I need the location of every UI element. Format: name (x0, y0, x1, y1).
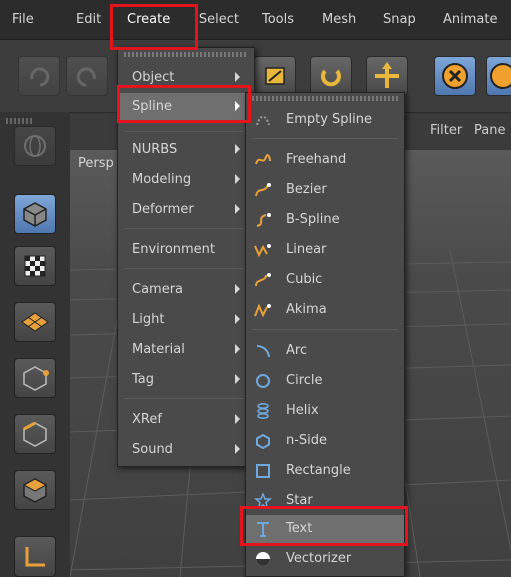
cube-icon (15, 195, 55, 233)
create-menu-modeling[interactable]: Modeling (118, 166, 254, 194)
menu-tools[interactable]: Tools (262, 12, 294, 27)
highlight-spline-item (117, 85, 251, 123)
spline-menu-bezier[interactable]: Bezier (246, 176, 404, 204)
arc-icon (254, 343, 272, 359)
globe-icon (15, 127, 55, 165)
menu-bar: File Edit Create Select Tools Mesh Snap … (0, 0, 511, 40)
rectangle-icon (254, 463, 272, 479)
menu-select[interactable]: Select (199, 12, 239, 27)
spline-menu-circle[interactable]: Circle (246, 367, 404, 395)
spline-menu-linear[interactable]: Linear (246, 236, 404, 264)
vectorizer-icon (254, 551, 272, 567)
spline-menu-cubic[interactable]: Cubic (246, 266, 404, 294)
menu-edit[interactable]: Edit (76, 12, 101, 27)
axis-mode-button[interactable] (14, 536, 56, 577)
spline-menu-empty-spline[interactable]: Empty Spline (246, 106, 404, 134)
left-tool-palette (0, 112, 70, 577)
spline-menu-rectangle[interactable]: Rectangle (246, 457, 404, 485)
spline-menu-freehand[interactable]: Freehand (246, 146, 404, 174)
viewport-menu-filter[interactable]: Filter (430, 123, 462, 138)
points-cube-icon (15, 359, 55, 397)
points-mode-button[interactable] (14, 358, 56, 398)
freehand-icon (254, 152, 272, 168)
spline-menu-b-spline[interactable]: B-Spline (246, 206, 404, 234)
axis-icon (15, 537, 55, 576)
polygons-cube-icon (15, 471, 55, 509)
rotate-icon (311, 57, 351, 95)
akima-icon (254, 302, 272, 318)
create-menu-deformer[interactable]: Deformer (118, 196, 254, 224)
toolbar-grip[interactable] (6, 118, 34, 124)
spline-submenu: Empty Spline Freehand Bezier B-Spline Li… (245, 92, 405, 577)
spline-menu-n-side[interactable]: n-Side (246, 427, 404, 455)
redo-button[interactable] (66, 56, 108, 96)
scale-icon (255, 57, 295, 95)
edges-mode-button[interactable] (14, 414, 56, 454)
bezier-icon (254, 182, 272, 198)
x-axis-lock-button[interactable] (434, 56, 476, 96)
view-tool-button[interactable] (14, 126, 56, 166)
spline-menu-helix[interactable]: Helix (246, 397, 404, 425)
highlight-text-item (240, 506, 408, 546)
create-menu-sound[interactable]: Sound (118, 436, 254, 464)
checker-icon (15, 247, 55, 285)
scale-tool-button[interactable] (254, 56, 296, 96)
submenu-tearoff-grip[interactable] (252, 96, 398, 101)
spline-menu-akima[interactable]: Akima (246, 296, 404, 324)
helix-icon (254, 403, 272, 419)
menu-file[interactable]: File (12, 12, 34, 27)
create-menu-light[interactable]: Light (118, 306, 254, 334)
undo-icon (19, 57, 59, 95)
create-menu-environment[interactable]: Environment (118, 236, 254, 264)
polygons-mode-button[interactable] (14, 470, 56, 510)
circle-icon (254, 373, 272, 389)
viewport-menu-panel[interactable]: Pane (474, 123, 505, 138)
cubic-icon (254, 272, 272, 288)
n-side-icon (254, 433, 272, 449)
menu-snap[interactable]: Snap (383, 12, 416, 27)
create-menu-xref[interactable]: XRef (118, 406, 254, 434)
b-spline-icon (254, 212, 272, 228)
linear-icon (254, 242, 272, 258)
menu-tearoff-grip[interactable] (124, 52, 248, 57)
create-menu-nurbs[interactable]: NURBS (118, 136, 254, 164)
spline-menu-vectorizer[interactable]: Vectorizer (246, 545, 404, 573)
x-axis-icon (435, 57, 475, 95)
texture-mode-button[interactable] (14, 246, 56, 286)
move-tool-button[interactable] (366, 56, 408, 96)
menu-animate[interactable]: Animate (443, 12, 497, 27)
spline-menu-arc[interactable]: Arc (246, 337, 404, 365)
move-icon (367, 57, 407, 95)
y-axis-lock-button[interactable] (486, 56, 511, 96)
viewport-label: Persp (78, 156, 114, 171)
highlight-create-menu (110, 4, 198, 50)
redo-icon (67, 57, 107, 95)
menu-mesh[interactable]: Mesh (322, 12, 356, 27)
edges-cube-icon (15, 415, 55, 453)
grid-plane-icon (15, 303, 55, 341)
create-menu-tag[interactable]: Tag (118, 366, 254, 394)
undo-button[interactable] (18, 56, 60, 96)
create-menu-material[interactable]: Material (118, 336, 254, 364)
y-axis-icon (487, 57, 511, 95)
rotate-tool-button[interactable] (310, 56, 352, 96)
workplane-mode-button[interactable] (14, 302, 56, 342)
model-mode-button[interactable] (14, 194, 56, 234)
create-menu-camera[interactable]: Camera (118, 276, 254, 304)
empty-spline-icon (254, 112, 272, 128)
